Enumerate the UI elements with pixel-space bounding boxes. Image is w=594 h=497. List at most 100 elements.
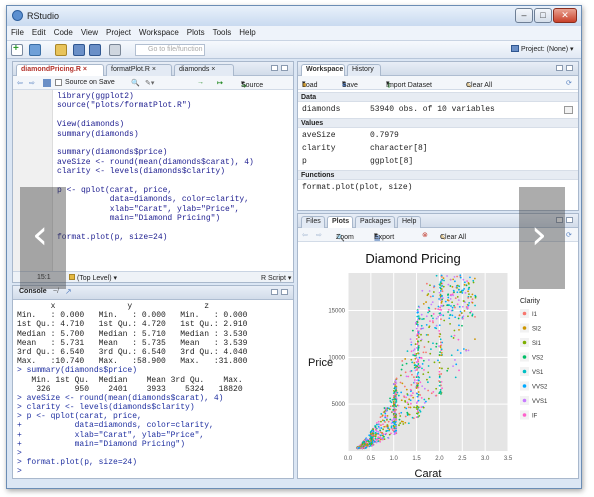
go-to-file-input[interactable]: Go to file/function: [135, 44, 205, 56]
menu-view[interactable]: View: [77, 26, 102, 37]
maximize-pane-icon[interactable]: [281, 65, 288, 71]
console-line: 3rd Qu.: 6.540 3rd Qu.: 6.540 3rd Qu.: 4…: [17, 347, 248, 357]
data-point: [438, 370, 441, 373]
data-point: [455, 363, 458, 366]
data-point: [427, 397, 430, 400]
data-point: [371, 432, 374, 435]
menu-help[interactable]: Help: [235, 26, 259, 37]
menu-workspace[interactable]: Workspace: [135, 26, 183, 37]
refresh-icon[interactable]: ⟳: [566, 79, 572, 87]
forward-arrow-icon[interactable]: ⇨: [29, 79, 35, 87]
minimize-button[interactable]: –: [515, 8, 533, 23]
source-button[interactable]: ➔ Source ▾: [241, 79, 263, 90]
tab-plots[interactable]: Plots: [327, 216, 353, 228]
project-menu[interactable]: Project: (None) ▾: [511, 45, 574, 53]
prev-plot-icon[interactable]: ⇦: [302, 231, 308, 239]
data-point: [403, 385, 406, 388]
data-point: [454, 359, 456, 361]
run-region-icon[interactable]: ↦: [217, 79, 223, 87]
console-line: 326 950 2401 3933 5324 18820: [17, 384, 248, 394]
data-point: [415, 353, 418, 355]
load-button[interactable]: ■ Load ▾: [302, 79, 318, 89]
next-plot-icon[interactable]: ⇨: [316, 231, 322, 239]
data-point: [432, 317, 434, 320]
carousel-next-button[interactable]: ›: [519, 187, 565, 289]
export-button[interactable]: ▦ Export ▾: [374, 231, 394, 242]
data-point: [421, 289, 424, 292]
env-row-avesize[interactable]: aveSize 0.7979: [298, 130, 578, 142]
data-point: [438, 380, 440, 382]
env-row-diamonds[interactable]: diamonds 53940 obs. of 10 variables: [298, 104, 578, 116]
data-point: [432, 286, 435, 289]
menu-project[interactable]: Project: [102, 26, 135, 37]
workspace-toolbar: ■ Load ▾ ■ Save ▾ ⇩ Import Dataset ▾ ✎ Clea…: [298, 76, 578, 90]
menu-code[interactable]: Code: [50, 26, 77, 37]
tab-help[interactable]: Help: [397, 216, 421, 228]
close-button[interactable]: ✕: [553, 8, 577, 23]
data-point: [377, 420, 380, 423]
legend-swatch: [522, 311, 527, 316]
save-icon[interactable]: [73, 44, 85, 56]
table-view-icon[interactable]: [564, 106, 573, 114]
console-output[interactable]: x y z Min. : 0.000 Min. : 0.000 Min. : 0…: [17, 302, 293, 478]
code-line: main="Diamond Pricing"): [57, 214, 221, 224]
minimize-pane-icon[interactable]: [271, 289, 278, 295]
data-point: [457, 317, 460, 320]
data-point: [404, 400, 407, 403]
minimize-pane-icon[interactable]: [556, 65, 563, 71]
new-file-icon[interactable]: +: [11, 43, 23, 56]
maximize-pane-icon[interactable]: [566, 217, 573, 223]
data-point: [440, 348, 443, 351]
open-project-icon[interactable]: [29, 44, 41, 56]
save-button[interactable]: ■ Save ▾: [342, 79, 358, 89]
data-point: [463, 287, 466, 290]
data-point: [384, 421, 386, 423]
env-row-p[interactable]: p ggplot[8]: [298, 156, 578, 168]
code-line: library(ggplot2): [57, 92, 134, 101]
scope-indicator[interactable]: (Top Level) ▾: [69, 274, 117, 282]
import-dataset-button[interactable]: ⇩ Import Dataset ▾: [386, 79, 432, 90]
carousel-prev-button[interactable]: ‹: [20, 187, 66, 289]
tab-formatplot[interactable]: formatPlot.R ×: [106, 64, 172, 76]
maximize-pane-icon[interactable]: [566, 65, 573, 71]
data-point: [384, 414, 387, 417]
window-title: RStudio: [27, 11, 60, 21]
remove-plot-icon[interactable]: ⊗: [422, 231, 428, 239]
tab-workspace[interactable]: Workspace: [301, 64, 345, 76]
print-icon[interactable]: [109, 44, 121, 56]
back-arrow-icon[interactable]: ⇦: [17, 79, 23, 87]
save-icon[interactable]: [43, 79, 51, 87]
chevron-left-icon: ‹: [32, 212, 48, 258]
search-icon[interactable]: 🔍: [131, 79, 140, 87]
data-point: [399, 381, 402, 384]
open-folder-icon[interactable]: [55, 44, 67, 56]
wand-icon[interactable]: ✎▾: [145, 79, 154, 87]
data-point: [416, 311, 419, 314]
data-point: [418, 414, 421, 417]
run-line-icon[interactable]: →: [197, 79, 204, 86]
menu-file[interactable]: File: [7, 26, 28, 37]
data-point: [474, 304, 476, 307]
maximize-pane-icon[interactable]: [281, 289, 288, 295]
env-row-clarity[interactable]: clarity character[8]: [298, 143, 578, 155]
tab-diamonds[interactable]: diamonds ×: [174, 64, 234, 76]
tab-files[interactable]: Files: [301, 216, 325, 228]
data-point: [372, 428, 375, 431]
refresh-icon[interactable]: ⟳: [566, 231, 572, 239]
tab-history[interactable]: History: [347, 64, 381, 76]
menu-edit[interactable]: Edit: [28, 26, 50, 37]
code-area[interactable]: library(ggplot2) source("plots/formatPlot…: [57, 92, 293, 272]
save-all-icon[interactable]: [89, 44, 101, 56]
menu-plots[interactable]: Plots: [183, 26, 209, 37]
console-path-arrow-icon[interactable]: ↗: [65, 287, 72, 296]
source-on-save-checkbox[interactable]: [55, 79, 62, 86]
data-point: [412, 349, 415, 352]
tab-diamondpricing[interactable]: diamondPricing.R ×: [16, 64, 104, 76]
tab-packages[interactable]: Packages: [355, 216, 395, 228]
data-point: [464, 291, 467, 294]
maximize-button[interactable]: □: [534, 8, 552, 23]
file-type[interactable]: R Script ▾: [261, 274, 291, 282]
data-point: [435, 324, 438, 327]
minimize-pane-icon[interactable]: [271, 65, 278, 71]
menu-tools[interactable]: Tools: [209, 26, 236, 37]
